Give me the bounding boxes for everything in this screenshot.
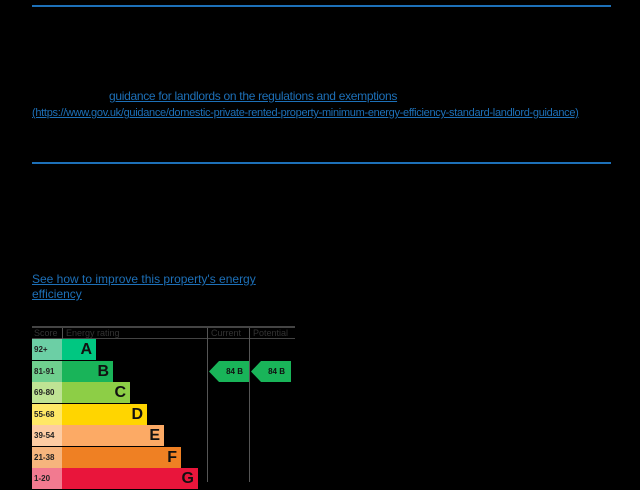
band-score: 21-38	[32, 446, 62, 468]
band-bar: B	[62, 360, 113, 382]
improve-energy-efficiency-link[interactable]: See how to improve this property's energ…	[32, 272, 292, 302]
current-rating-arrow: 84 B	[209, 361, 249, 382]
guidance-paragraph: guidance for landlords on the regulation…	[32, 88, 612, 122]
guidance-url-link[interactable]: (https://www.gov.uk/guidance/domestic-pr…	[32, 107, 579, 119]
header-current: Current	[211, 328, 242, 338]
band-bar: F	[62, 446, 181, 468]
header-score: Score	[34, 328, 58, 338]
header-potential: Potential	[253, 328, 289, 338]
section-divider	[32, 162, 611, 164]
band-score: 92+	[32, 339, 62, 360]
column-divider	[249, 328, 250, 482]
band-bar: E	[62, 425, 164, 446]
band-score: 55-68	[32, 403, 62, 425]
guidance-link[interactable]: guidance for landlords on the regulation…	[32, 88, 612, 105]
band-bar: D	[62, 403, 147, 425]
band-bar: C	[62, 382, 130, 403]
band-bar: G	[62, 468, 198, 489]
band-score: 39-54	[32, 425, 62, 446]
band-score: 1-20	[32, 468, 62, 489]
band-score: 69-80	[32, 382, 62, 403]
band-score: 81-91	[32, 360, 62, 382]
header-energy-rating: Energy rating	[66, 328, 120, 338]
column-divider	[207, 328, 208, 482]
potential-rating-arrow: 84 B	[251, 361, 291, 382]
energy-rating-chart: Score Energy rating Current Potential 92…	[32, 326, 295, 489]
band-bar: A	[62, 339, 96, 360]
section-divider	[32, 5, 611, 7]
column-divider	[62, 328, 63, 339]
